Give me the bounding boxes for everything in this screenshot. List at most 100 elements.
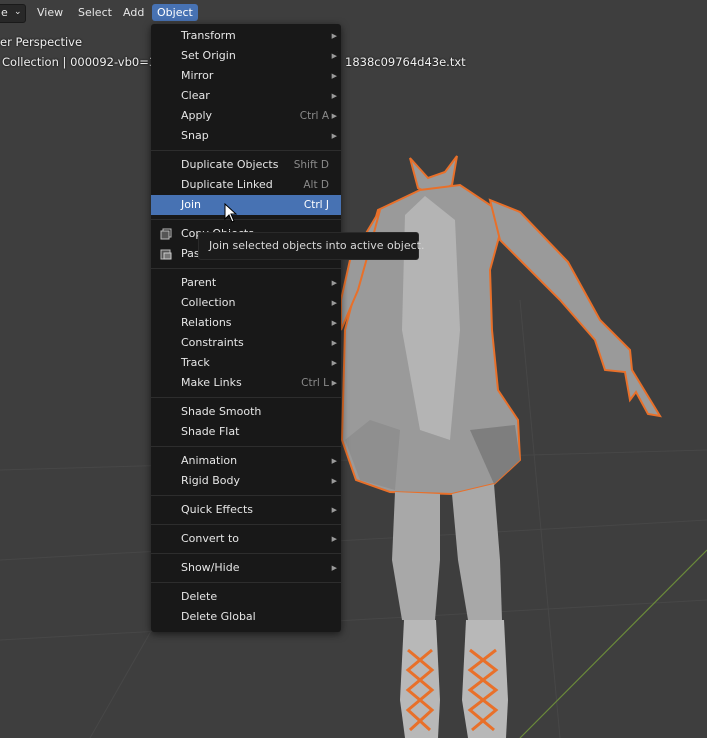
submenu-arrow-icon: ▶: [331, 32, 337, 40]
menu-separator: [151, 219, 341, 220]
menu-item-shortcut: Shift D: [293, 159, 329, 171]
menu-item-label: Show/Hide: [181, 561, 240, 574]
submenu-arrow-icon: ▶: [331, 564, 337, 572]
submenu-arrow-icon: ▶: [331, 92, 337, 100]
menu-label: View: [37, 6, 64, 19]
menu-item-track[interactable]: Track ▶: [151, 353, 341, 373]
menu-item-quick-effects[interactable]: Quick Effects ▶: [151, 500, 341, 520]
submenu-arrow-icon: ▶: [331, 457, 337, 465]
menu-item-convert-to[interactable]: Convert to ▶: [151, 529, 341, 549]
copy-icon: [160, 228, 172, 240]
menu-item-duplicate-objects[interactable]: Duplicate Objects Shift D: [151, 155, 341, 175]
submenu-arrow-icon: ▶: [331, 477, 337, 485]
menu-object[interactable]: Object: [152, 4, 198, 21]
menu-item-shade-smooth[interactable]: Shade Smooth: [151, 402, 341, 422]
chevron-down-icon: ⌄: [14, 7, 22, 17]
menu-item-label: Clear: [181, 89, 210, 102]
menu-label: Add: [123, 6, 145, 19]
menu-item-delete[interactable]: Delete: [151, 587, 341, 607]
menu-item-show-hide[interactable]: Show/Hide ▶: [151, 558, 341, 578]
menu-item-label: Track: [181, 356, 210, 369]
mode-dropdown[interactable]: e ⌄: [0, 4, 26, 23]
submenu-arrow-icon: ▶: [331, 359, 337, 367]
submenu-arrow-icon: ▶: [331, 132, 337, 140]
menu-select[interactable]: Select: [73, 4, 117, 21]
menu-add[interactable]: Add: [118, 4, 149, 21]
object-menu: Transform ▶ Set Origin ▶ Mirror ▶ Clear ▶ Ap…: [151, 24, 341, 632]
submenu-arrow-icon: ▶: [331, 299, 337, 307]
paste-icon: [160, 249, 172, 260]
menu-separator: [151, 524, 341, 525]
menu-item-make-links[interactable]: Make Links Ctrl L ▶: [151, 373, 341, 393]
mode-dropdown-label: e: [1, 6, 8, 19]
menu-item-label: Apply: [181, 109, 213, 122]
menu-item-label: Convert to: [181, 532, 240, 545]
menu-item-join[interactable]: Join Ctrl J: [151, 195, 341, 215]
submenu-arrow-icon: ▶: [331, 52, 337, 60]
menu-item-label: Animation: [181, 454, 238, 467]
menu-label: Object: [157, 6, 193, 19]
viewport-collection-label: Collection | 000092-vb0=31a: [2, 55, 171, 69]
submenu-arrow-icon: ▶: [331, 535, 337, 543]
menu-label: Select: [78, 6, 112, 19]
menu-separator: [151, 268, 341, 269]
menu-item-label: Shade Flat: [181, 425, 240, 438]
menu-item-shortcut: Alt D: [303, 179, 329, 191]
3d-viewport[interactable]: er Perspective Collection | 000092-vb0=3…: [0, 0, 707, 738]
menu-item-shortcut: Ctrl J: [303, 199, 329, 211]
tooltip-text: Join selected objects into active object…: [209, 239, 425, 252]
menu-item-delete-global[interactable]: Delete Global: [151, 607, 341, 627]
menu-item-label: Parent: [181, 276, 217, 289]
menu-item-label: Constraints: [181, 336, 244, 349]
menu-item-label: Snap: [181, 129, 209, 142]
menu-item-rigid-body[interactable]: Rigid Body ▶: [151, 471, 341, 491]
submenu-arrow-icon: ▶: [331, 319, 337, 327]
menu-item-label: Set Origin: [181, 49, 236, 62]
menu-item-label: Delete: [181, 590, 218, 603]
menu-separator: [151, 582, 341, 583]
menu-item-apply[interactable]: Apply Ctrl A ▶: [151, 106, 341, 126]
menu-item-animation[interactable]: Animation ▶: [151, 451, 341, 471]
menu-item-constraints[interactable]: Constraints ▶: [151, 333, 341, 353]
menu-separator: [151, 150, 341, 151]
menu-item-relations[interactable]: Relations ▶: [151, 313, 341, 333]
menu-item-label: Collection: [181, 296, 236, 309]
scene-canvas: [0, 155, 707, 738]
menu-item-label: Quick Effects: [181, 503, 253, 516]
menu-item-shortcut: Ctrl L: [301, 377, 329, 389]
menu-item-label: Mirror: [181, 69, 214, 82]
menu-item-label: Rigid Body: [181, 474, 240, 487]
menu-item-label: Duplicate Linked: [181, 178, 273, 191]
viewport-header: e ⌄ View Select Add Object: [0, 0, 707, 24]
submenu-arrow-icon: ▶: [331, 379, 337, 387]
menu-item-label: Delete Global: [181, 610, 256, 623]
submenu-arrow-icon: ▶: [331, 279, 337, 287]
menu-item-label: Transform: [181, 29, 236, 42]
menu-item-label: Make Links: [181, 376, 242, 389]
menu-separator: [151, 553, 341, 554]
menu-item-shortcut: Ctrl A: [299, 110, 329, 122]
menu-item-set-origin[interactable]: Set Origin ▶: [151, 46, 341, 66]
viewport-filename-suffix: 1838c09764d43e.txt: [345, 55, 466, 69]
menu-item-label: Join: [181, 198, 202, 211]
menu-item-collection[interactable]: Collection ▶: [151, 293, 341, 313]
menu-item-label: Relations: [181, 316, 232, 329]
menu-item-mirror[interactable]: Mirror ▶: [151, 66, 341, 86]
menu-separator: [151, 397, 341, 398]
menu-item-label: Duplicate Objects: [181, 158, 279, 171]
menu-item-clear[interactable]: Clear ▶: [151, 86, 341, 106]
mouse-cursor-icon: [224, 203, 238, 223]
menu-separator: [151, 495, 341, 496]
menu-item-shade-flat[interactable]: Shade Flat: [151, 422, 341, 442]
submenu-arrow-icon: ▶: [331, 72, 337, 80]
menu-item-transform[interactable]: Transform ▶: [151, 26, 341, 46]
menu-item-snap[interactable]: Snap ▶: [151, 126, 341, 146]
join-tooltip: Join selected objects into active object…: [198, 232, 424, 260]
menu-item-duplicate-linked[interactable]: Duplicate Linked Alt D: [151, 175, 341, 195]
submenu-arrow-icon: ▶: [331, 506, 337, 514]
menu-item-parent[interactable]: Parent ▶: [151, 273, 341, 293]
menu-separator: [151, 446, 341, 447]
submenu-arrow-icon: ▶: [331, 112, 337, 120]
menu-item-label: Shade Smooth: [181, 405, 262, 418]
menu-view[interactable]: View: [32, 4, 68, 21]
